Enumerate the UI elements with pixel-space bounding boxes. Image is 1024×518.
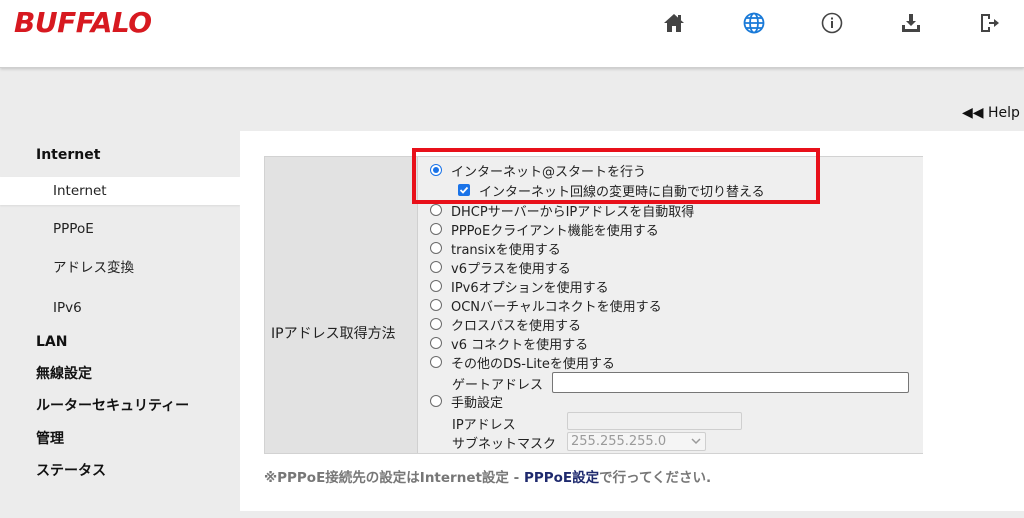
- gateway-label: ゲートアドレス: [452, 378, 544, 393]
- footnote-suffix: で行ってください.: [599, 470, 712, 486]
- option-label: 手動設定: [451, 395, 504, 411]
- sidebar-section-lan[interactable]: LAN: [36, 333, 67, 351]
- help-link[interactable]: ◀◀ Help: [962, 105, 1024, 121]
- settings-table: IPアドレス取得方法 インターネット@スタートを行う インターネット回線の変更時…: [264, 156, 923, 454]
- option-label: インターネット回線の変更時に自動で切り替える: [479, 184, 765, 200]
- sidebar-section-security[interactable]: ルーターセキュリティー: [36, 397, 189, 415]
- option-label: OCNバーチャルコネクトを使用する: [451, 299, 662, 315]
- sidebar-section-wireless[interactable]: 無線設定: [36, 365, 92, 383]
- option-label: v6プラスを使用する: [451, 261, 571, 277]
- gateway-address-input[interactable]: [552, 372, 909, 393]
- subnet-mask-label: サブネットマスク: [452, 437, 557, 452]
- option-label: インターネット@スタートを行う: [451, 164, 647, 180]
- radio-button[interactable]: [430, 223, 442, 235]
- option-auto-switch[interactable]: インターネット回線の変更時に自動で切り替える: [458, 181, 765, 200]
- option-v6-connect[interactable]: v6 コネクトを使用する: [430, 334, 589, 353]
- radio-button[interactable]: [430, 280, 442, 292]
- option-label: その他のDS-Liteを使用する: [451, 356, 615, 372]
- option-label: クロスパスを使用する: [451, 318, 582, 334]
- sidebar-item-pppoe[interactable]: PPPoE: [53, 220, 94, 238]
- option-other-ds-lite[interactable]: その他のDS-Liteを使用する: [430, 353, 615, 372]
- option-ipv6-option[interactable]: IPv6オプションを使用する: [430, 277, 609, 296]
- pppoe-settings-link[interactable]: PPPoE設定: [524, 470, 599, 486]
- main-panel: IPアドレス取得方法 インターネット@スタートを行う インターネット回線の変更時…: [240, 131, 1024, 511]
- checkbox[interactable]: [458, 184, 470, 196]
- radio-button[interactable]: [430, 261, 442, 273]
- option-dhcp[interactable]: DHCPサーバーからIPアドレスを自動取得: [430, 201, 695, 220]
- option-label: DHCPサーバーからIPアドレスを自動取得: [451, 204, 695, 220]
- chevron-down-icon: [691, 438, 701, 445]
- radio-button[interactable]: [430, 299, 442, 311]
- subnet-mask-value: 255.255.255.0: [571, 434, 667, 449]
- globe-icon[interactable]: [741, 10, 767, 36]
- option-label: v6 コネクトを使用する: [451, 337, 589, 353]
- info-icon[interactable]: [819, 10, 845, 36]
- radio-button[interactable]: [430, 164, 442, 176]
- radio-button[interactable]: [430, 204, 442, 216]
- subnet-mask-select[interactable]: 255.255.255.0: [567, 432, 706, 451]
- ip-method-options: インターネット@スタートを行う インターネット回線の変更時に自動で切り替える D…: [417, 157, 923, 453]
- option-label: transixを使用する: [451, 242, 561, 258]
- sidebar-section-admin[interactable]: 管理: [36, 430, 64, 448]
- radio-button[interactable]: [430, 356, 442, 368]
- option-internet-start[interactable]: インターネット@スタートを行う: [430, 161, 647, 180]
- radio-button[interactable]: [430, 318, 442, 330]
- option-ocn-virtual-connect[interactable]: OCNバーチャルコネクトを使用する: [430, 296, 662, 315]
- sidebar-active-indicator: [0, 177, 240, 205]
- footnote: ※PPPoE接続先の設定はInternet設定 - PPPoE設定で行ってくださ…: [264, 466, 711, 486]
- ip-address-input[interactable]: [567, 412, 742, 430]
- option-v6plus[interactable]: v6プラスを使用する: [430, 258, 571, 277]
- sidebar-item-ipv6[interactable]: IPv6: [53, 299, 82, 317]
- download-icon[interactable]: [898, 10, 924, 36]
- radio-button[interactable]: [430, 242, 442, 254]
- sidebar-item-address-translation[interactable]: アドレス変換: [53, 259, 134, 277]
- ip-method-label: IPアドレス取得方法: [271, 326, 396, 342]
- buffalo-logo: BUFFALO: [14, 6, 152, 39]
- sidebar-section-internet[interactable]: Internet: [36, 146, 100, 164]
- logout-icon[interactable]: [976, 10, 1002, 36]
- top-bar: BUFFALO: [0, 0, 1024, 68]
- checkmark-icon: [459, 186, 469, 194]
- home-icon[interactable]: [661, 10, 687, 36]
- sidebar-section-status[interactable]: ステータス: [36, 462, 106, 480]
- ip-address-label: IPアドレス: [452, 418, 516, 433]
- radio-button[interactable]: [430, 337, 442, 349]
- option-transix[interactable]: transixを使用する: [430, 239, 561, 258]
- sidebar-item-internet[interactable]: Internet: [53, 182, 107, 200]
- option-crosspath[interactable]: クロスパスを使用する: [430, 315, 582, 334]
- option-label: PPPoEクライアント機能を使用する: [451, 223, 659, 239]
- option-manual[interactable]: 手動設定: [430, 392, 504, 411]
- option-label: IPv6オプションを使用する: [451, 280, 609, 296]
- footnote-prefix: ※PPPoE接続先の設定はInternet設定 -: [264, 470, 524, 486]
- radio-button[interactable]: [430, 395, 442, 407]
- option-pppoe[interactable]: PPPoEクライアント機能を使用する: [430, 220, 659, 239]
- sidebar: Internet Internet PPPoE アドレス変換 IPv6 LAN …: [0, 130, 240, 518]
